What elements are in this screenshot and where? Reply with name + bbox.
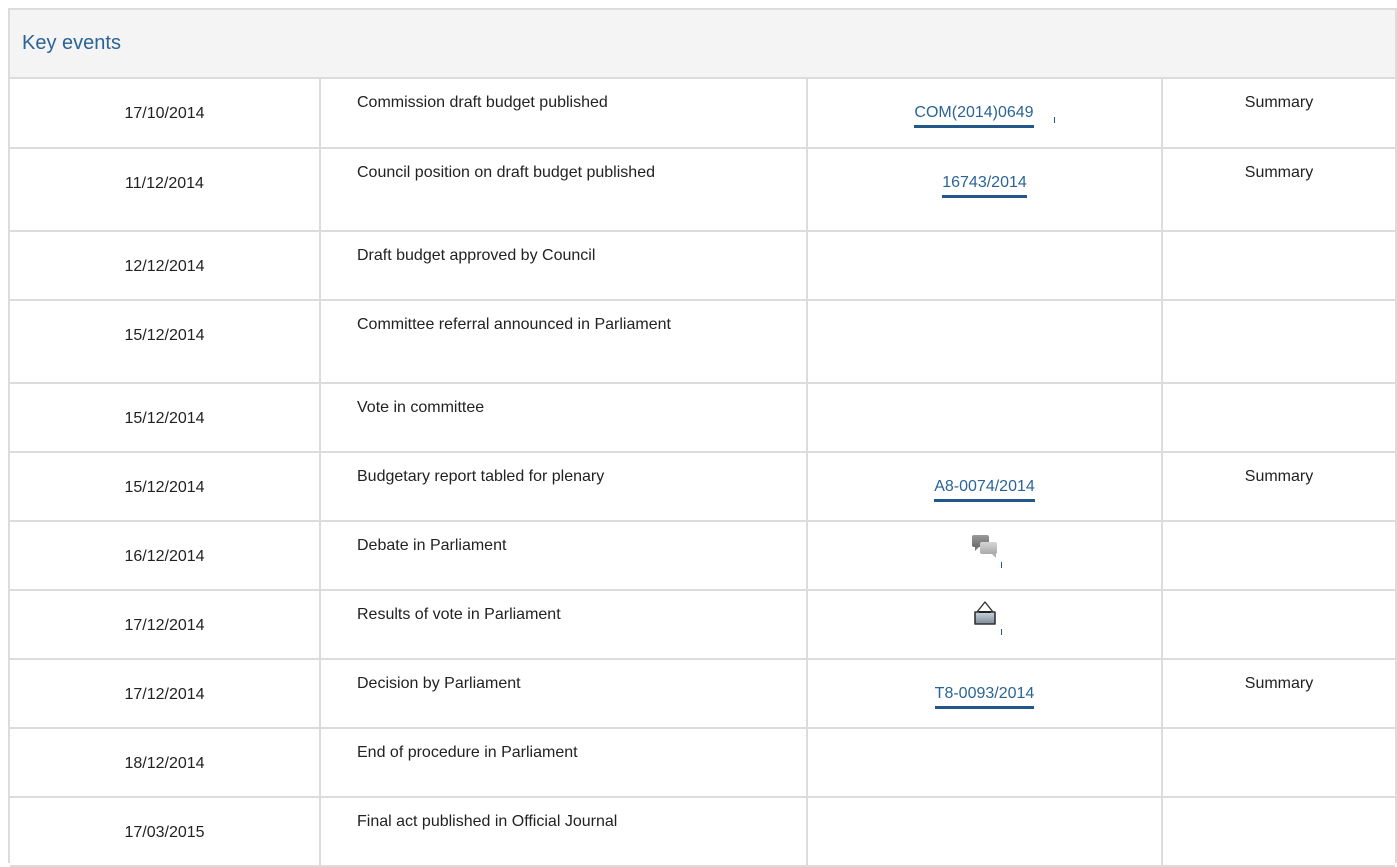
event-document-cell: 16743/2014 xyxy=(807,148,1163,232)
event-document-cell: T8-0093/2014 xyxy=(807,659,1163,729)
event-description: Draft budget approved by Council xyxy=(320,231,808,301)
summary-cell xyxy=(1162,300,1395,384)
event-date: 17/12/2014 xyxy=(10,659,321,729)
table-row: 15/12/2014 Vote in committee xyxy=(10,383,1395,453)
event-date: 17/12/2014 xyxy=(10,590,321,660)
table-row: 17/03/2015 Final act published in Offici… xyxy=(10,797,1395,867)
event-date: 17/03/2015 xyxy=(10,797,321,867)
event-document-cell: COM(2014)0649 xyxy=(807,79,1163,149)
event-document-cell xyxy=(807,728,1163,798)
table-row: 12/12/2014 Draft budget approved by Coun… xyxy=(10,231,1395,301)
event-document-cell xyxy=(807,231,1163,301)
event-document-cell xyxy=(807,797,1163,867)
vote-results-icon[interactable] xyxy=(968,599,1002,635)
document-link[interactable]: 16743/2014 xyxy=(942,172,1027,198)
event-description: Results of vote in Parliament xyxy=(320,590,808,660)
document-link[interactable]: T8-0093/2014 xyxy=(934,683,1035,709)
table-row: 17/10/2014 Commission draft budget publi… xyxy=(10,79,1395,149)
event-date: 15/12/2014 xyxy=(10,383,321,453)
table-row: 11/12/2014 Council position on draft bud… xyxy=(10,148,1395,232)
key-events-header: Key events xyxy=(10,10,1395,79)
event-date: 15/12/2014 xyxy=(10,300,321,384)
document-link[interactable]: COM(2014)0649 xyxy=(914,102,1034,128)
event-date: 16/12/2014 xyxy=(10,521,321,591)
event-date: 12/12/2014 xyxy=(10,231,321,301)
summary-link[interactable]: Summary xyxy=(1162,659,1395,729)
event-description: Commission draft budget published xyxy=(320,79,808,149)
table-row: 16/12/2014 Debate in Parliament xyxy=(10,521,1395,591)
table-row: 18/12/2014 End of procedure in Parliamen… xyxy=(10,728,1395,798)
event-description: Vote in committee xyxy=(320,383,808,453)
document-link[interactable]: A8-0074/2014 xyxy=(934,476,1035,502)
event-document-cell: A8-0074/2014 xyxy=(807,452,1163,522)
event-date: 17/10/2014 xyxy=(10,79,321,149)
summary-cell xyxy=(1162,728,1395,798)
summary-link[interactable]: Summary xyxy=(1162,452,1395,522)
event-description: Decision by Parliament xyxy=(320,659,808,729)
event-date: 18/12/2014 xyxy=(10,728,321,798)
table-row: 15/12/2014 Committee referral announced … xyxy=(10,300,1395,384)
debate-icon[interactable] xyxy=(968,532,1002,568)
event-document-cell xyxy=(807,300,1163,384)
summary-cell xyxy=(1162,590,1395,660)
summary-link[interactable]: Summary xyxy=(1162,148,1395,232)
event-document-cell xyxy=(807,521,1163,591)
event-description: Council position on draft budget publish… xyxy=(320,148,808,232)
event-document-cell xyxy=(807,590,1163,660)
section-title: Key events xyxy=(22,32,121,54)
event-description: End of procedure in Parliament xyxy=(320,728,808,798)
summary-cell xyxy=(1162,231,1395,301)
summary-cell xyxy=(1162,797,1395,867)
event-date: 15/12/2014 xyxy=(10,452,321,522)
table-row: 15/12/2014 Budgetary report tabled for p… xyxy=(10,452,1395,522)
summary-cell xyxy=(1162,521,1395,591)
event-document-cell xyxy=(807,383,1163,453)
event-description: Debate in Parliament xyxy=(320,521,808,591)
key-events-panel: Key events 17/10/2014 Commission draft b… xyxy=(8,8,1397,867)
event-date: 11/12/2014 xyxy=(10,148,321,232)
key-events-table: 17/10/2014 Commission draft budget publi… xyxy=(10,79,1395,867)
table-row: 17/12/2014 Results of vote in Parliament xyxy=(10,590,1395,660)
event-description: Committee referral announced in Parliame… xyxy=(320,300,808,384)
event-description: Budgetary report tabled for plenary xyxy=(320,452,808,522)
table-row: 17/12/2014 Decision by Parliament T8-009… xyxy=(10,659,1395,729)
event-description: Final act published in Official Journal xyxy=(320,797,808,867)
summary-cell xyxy=(1162,383,1395,453)
summary-link[interactable]: Summary xyxy=(1162,79,1395,149)
